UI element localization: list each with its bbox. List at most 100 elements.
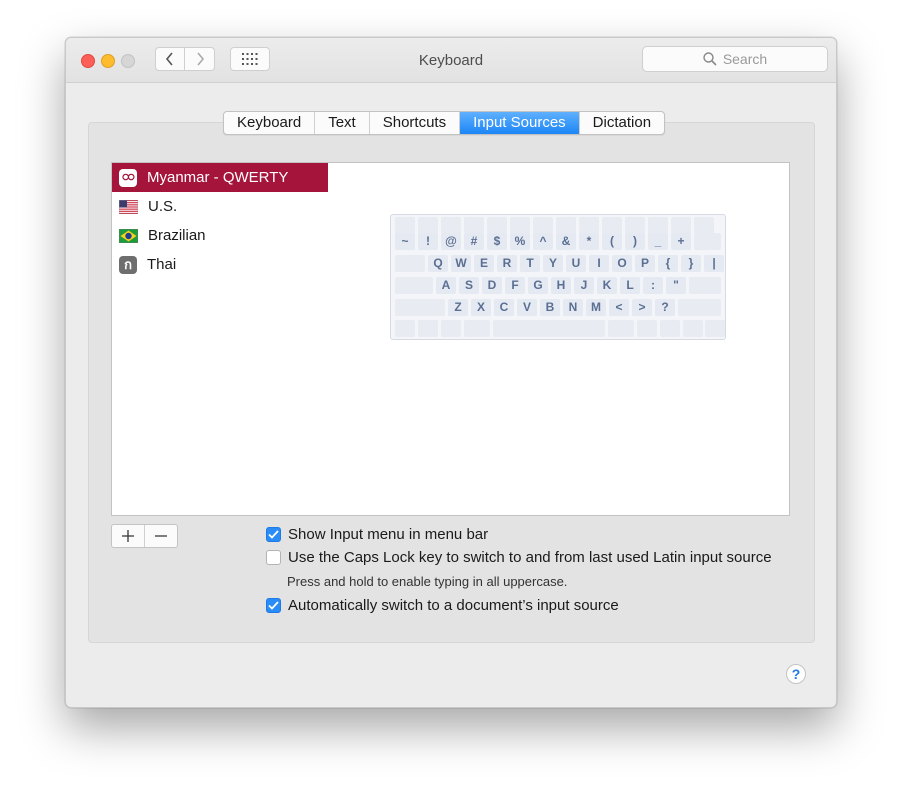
keycap-blank — [608, 320, 634, 337]
keycap-blank — [533, 217, 553, 234]
keycap: X — [471, 299, 491, 316]
checkmark-icon — [268, 530, 279, 539]
keycap-blank — [694, 233, 721, 250]
list-controls — [111, 524, 178, 548]
keycap: ~ — [395, 233, 415, 250]
keycap: @ — [441, 233, 461, 250]
list-item-label: Thai — [147, 256, 177, 273]
keyboard-preview-area: ~! @ # $% ^ & *() _ + Q W E R T Y U I O P{} | A S D F G H J K L: " Z X C… — [328, 162, 790, 516]
list-item-label: Myanmar - QWERTY — [147, 169, 289, 186]
search-placeholder: Search — [722, 51, 768, 67]
help-button[interactable]: ? — [786, 664, 806, 684]
keycap-blank — [395, 299, 445, 316]
keycap: H — [551, 277, 571, 294]
keycap-blank — [493, 320, 605, 337]
list-item-us[interactable]: U.S. — [112, 192, 328, 221]
keycap-blank — [464, 217, 484, 234]
minus-icon — [155, 535, 167, 537]
search-field[interactable]: Search — [642, 46, 828, 72]
tab-text[interactable]: Text — [315, 112, 370, 134]
keycap: _ — [648, 233, 668, 250]
keycap: A — [436, 277, 456, 294]
keycap-blank — [671, 217, 691, 234]
keyboard-layout-preview: ~! @ # $% ^ & *() _ + Q W E R T Y U I O P{} | A S D F G H J K L: " Z X C… — [390, 214, 726, 340]
keycap-blank — [395, 277, 433, 294]
keycap: { — [658, 255, 678, 272]
keycap-blank — [637, 320, 657, 337]
auto-switch-option[interactable]: Automatically switch to a document’s inp… — [266, 597, 619, 614]
keycap: U — [566, 255, 586, 272]
keycap: S — [459, 277, 479, 294]
list-item-label: Brazilian — [148, 227, 206, 244]
keycap: T — [520, 255, 540, 272]
keycap-blank — [689, 277, 721, 294]
show-input-menu-option[interactable]: Show Input menu in menu bar — [266, 526, 488, 543]
keycap-blank — [418, 217, 438, 234]
keycap: * — [579, 233, 599, 250]
keycap: : — [643, 277, 663, 294]
keycap: Q — [428, 255, 448, 272]
tab-input-sources[interactable]: Input Sources — [460, 112, 580, 134]
tab-bar: Keyboard Text Shortcuts Input Sources Di… — [223, 111, 666, 135]
keycap-blank — [441, 217, 461, 234]
keycap: # — [464, 233, 484, 250]
caps-lock-checkbox[interactable] — [266, 550, 281, 565]
keycap-blank — [556, 217, 576, 234]
keycap: N — [563, 299, 583, 316]
keycap-blank — [441, 320, 461, 337]
keycap: I — [589, 255, 609, 272]
input-sources-list[interactable]: ထ Myanmar - QWERTY U.S. Brazilian ก Thai — [111, 162, 329, 516]
list-item-myanmar[interactable]: ထ Myanmar - QWERTY — [112, 163, 328, 192]
keycap-blank — [694, 217, 714, 234]
keycap: ) — [625, 233, 645, 250]
keycap: ? — [655, 299, 675, 316]
keycap: ( — [602, 233, 622, 250]
keyboard-preferences-window: Keyboard Search Keyboard Text Shortcuts … — [65, 37, 837, 708]
list-item-thai[interactable]: ก Thai — [112, 250, 328, 279]
keycap-blank — [683, 320, 703, 337]
keycap: $ — [487, 233, 507, 250]
caps-lock-option[interactable]: Use the Caps Lock key to switch to and f… — [266, 549, 772, 566]
myanmar-script-icon: ထ — [119, 168, 137, 187]
caps-lock-label: Use the Caps Lock key to switch to and f… — [288, 549, 772, 566]
keycap-blank — [648, 217, 668, 234]
keycap-blank — [705, 320, 725, 337]
keycap: F — [505, 277, 525, 294]
tab-dictation[interactable]: Dictation — [580, 112, 664, 134]
keycap: O — [612, 255, 632, 272]
auto-switch-checkbox[interactable] — [266, 598, 281, 613]
keycap: M — [586, 299, 606, 316]
keycap-blank — [395, 320, 415, 337]
list-item-label: U.S. — [148, 198, 178, 215]
tab-keyboard[interactable]: Keyboard — [224, 112, 316, 134]
keycap: E — [474, 255, 494, 272]
thai-script-icon: ก — [119, 255, 137, 274]
auto-switch-label: Automatically switch to a document’s inp… — [288, 597, 619, 614]
keycap: W — [451, 255, 471, 272]
keycap-blank — [602, 217, 622, 234]
keycap-blank — [487, 217, 507, 234]
keycap-blank — [625, 217, 645, 234]
keycap-blank — [678, 299, 721, 316]
add-input-source-button[interactable] — [112, 525, 145, 547]
show-input-menu-checkbox[interactable] — [266, 527, 281, 542]
list-item-brazilian[interactable]: Brazilian — [112, 221, 328, 250]
keycap: ^ — [533, 233, 553, 250]
keycap: C — [494, 299, 514, 316]
keycap-blank — [395, 255, 425, 272]
keycap-blank — [464, 320, 490, 337]
keycap: L — [620, 277, 640, 294]
tab-shortcuts[interactable]: Shortcuts — [370, 112, 461, 134]
keycap: & — [556, 233, 576, 250]
keycap: V — [517, 299, 537, 316]
keycap: " — [666, 277, 686, 294]
keycap: < — [609, 299, 629, 316]
search-icon — [703, 52, 717, 66]
keycap: % — [510, 233, 530, 250]
keycap: D — [482, 277, 502, 294]
remove-input-source-button[interactable] — [145, 525, 177, 547]
brazil-flag-icon — [119, 228, 138, 243]
keycap: K — [597, 277, 617, 294]
checkmark-icon — [268, 601, 279, 610]
keycap: Z — [448, 299, 468, 316]
